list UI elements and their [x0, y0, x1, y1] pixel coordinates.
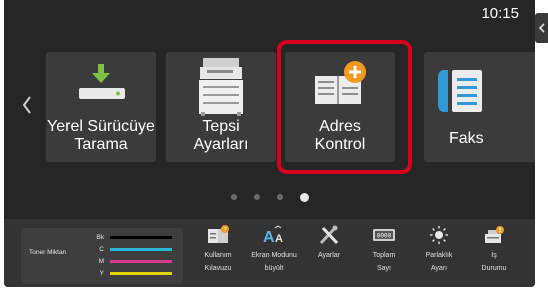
clock-time: 10:15 — [481, 5, 519, 22]
toner-letter: Y — [99, 270, 104, 277]
settings-tools-icon — [319, 225, 339, 245]
user-guide-icon: ? — [208, 225, 229, 243]
fn-label-line1: Kullanım — [204, 252, 232, 259]
job-status-button[interactable]: İş Durumu — [469, 225, 519, 275]
fn-label-line1: Ekran Modunu — [251, 252, 297, 259]
fn-label-line1: Toplam — [372, 252, 396, 259]
brightness-icon — [430, 226, 448, 244]
toner-row-m: M — [90, 257, 172, 266]
chevron-left-icon — [538, 23, 545, 33]
tile-fax[interactable]: Faks — [424, 52, 535, 162]
settings-button[interactable]: Ayarlar — [304, 225, 354, 262]
page-dot[interactable] — [230, 194, 237, 200]
toner-bar-black — [110, 236, 172, 239]
fn-label-line2: Durumu — [481, 265, 507, 272]
fn-label-line2: Kılavuzu — [204, 265, 232, 272]
fn-label-line1: İş — [491, 252, 497, 259]
toner-letter: M — [98, 258, 104, 265]
counter-icon: 0000 — [373, 229, 395, 241]
job-status-icon — [485, 226, 504, 243]
tile-scan-to-local-drive[interactable]: Yerel Sürücüye Tarama — [46, 52, 156, 162]
svg-text:0000: 0000 — [377, 233, 392, 240]
page-dot-active[interactable] — [299, 192, 309, 202]
fn-label-line2: Ayarı — [430, 265, 448, 272]
tile-label-line2: Tarama — [74, 136, 128, 153]
tile-tray-settings[interactable]: Tepsi Ayarları — [166, 52, 276, 162]
selection-highlight-frame — [277, 40, 412, 174]
tile-label-line1: Tepsi — [202, 118, 240, 135]
user-guide-button[interactable]: ? Kullanım Kılavuzu — [193, 225, 243, 275]
toner-letter: C — [99, 246, 104, 253]
fn-label-line2: Sayı — [376, 265, 391, 272]
toner-row-c: C — [90, 245, 172, 254]
download-to-drive-icon — [46, 62, 156, 106]
enlarge-text-icon: A A — [263, 225, 283, 245]
fax-icon — [424, 66, 535, 116]
toner-bar-magenta — [110, 260, 172, 263]
total-count-button[interactable]: 0000 Toplam Sayı — [359, 225, 409, 275]
toner-row-y: Y — [90, 269, 172, 278]
brightness-button[interactable]: Parlaklık Ayarı — [414, 225, 464, 275]
toner-letter: Bk — [96, 234, 104, 241]
touch-screen: 10:15 Yerel Sürücüye Tarama Tepsi Ayarla… — [4, 0, 535, 287]
toner-row-bk: Bk — [90, 233, 172, 242]
fn-label-line2: büyült — [264, 265, 284, 272]
toner-bar-cyan — [110, 248, 172, 251]
side-panel-tab[interactable] — [535, 13, 548, 43]
device-panel-frame: 10:15 Yerel Sürücüye Tarama Tepsi Ayarla… — [0, 0, 548, 293]
tile-label-line2: Ayarları — [193, 136, 249, 153]
tile-label-line1: Yerel Sürücüye — [47, 118, 155, 135]
fn-label-line1: Ayarlar — [317, 252, 341, 259]
enlarge-display-button[interactable]: A A Ekran Modunu büyült — [249, 225, 299, 275]
toner-title: Toner Miktarı — [29, 249, 67, 256]
toner-bar-yellow — [110, 272, 172, 275]
tile-label-line1: Faks — [449, 130, 484, 147]
previous-page-arrow-icon[interactable] — [22, 96, 32, 119]
page-dot[interactable] — [276, 194, 283, 200]
svg-text:A: A — [263, 229, 275, 245]
bottom-function-bar: Toner Miktarı Bk C M Y ? Kullanım Kılavu… — [4, 219, 535, 287]
printer-icon — [166, 56, 276, 118]
page-indicator — [4, 192, 535, 202]
fn-label-line1: Parlaklık — [425, 252, 453, 259]
page-dot[interactable] — [253, 194, 260, 200]
svg-text:A: A — [275, 233, 283, 245]
toner-level-panel[interactable]: Toner Miktarı Bk C M Y — [21, 228, 183, 284]
